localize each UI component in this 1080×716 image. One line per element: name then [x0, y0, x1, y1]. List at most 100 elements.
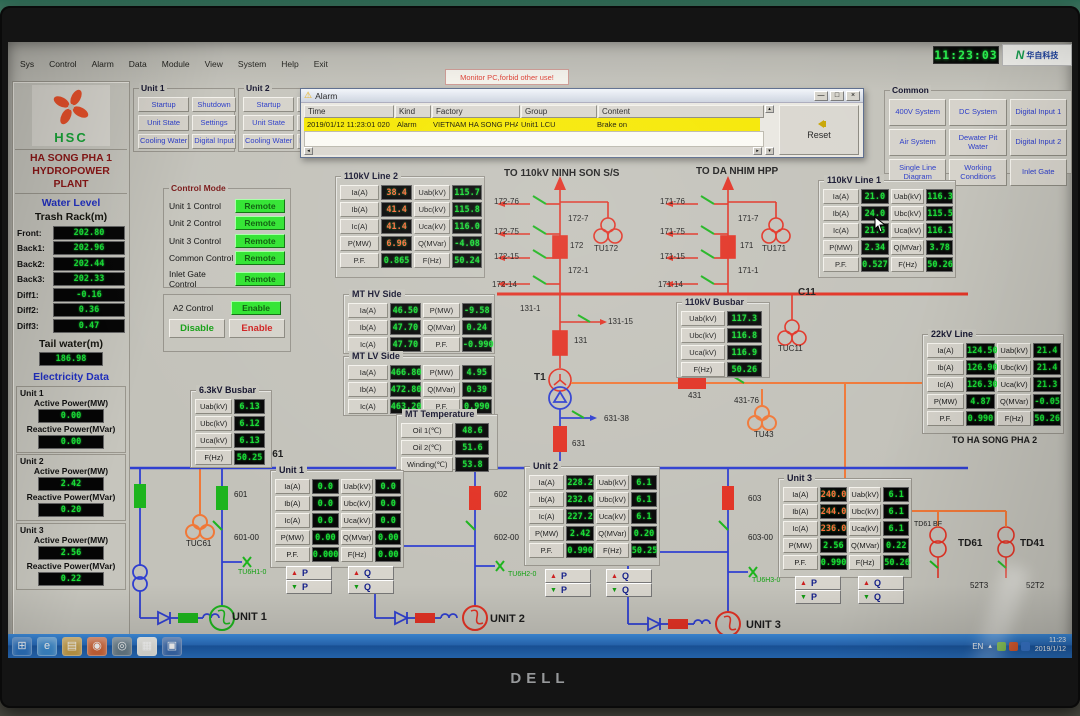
tray-status-orange-icon[interactable]: [1009, 642, 1018, 651]
remote-mode-button[interactable]: Remote: [235, 272, 285, 286]
scroll-up-icon[interactable]: ▴: [765, 105, 774, 113]
breaker-171[interactable]: [721, 236, 735, 258]
unit1-command-button[interactable]: Unit State: [138, 115, 189, 130]
lcd-value: -4.08: [452, 236, 481, 251]
common-button[interactable]: Air System: [889, 129, 946, 156]
remote-mode-button[interactable]: Remote: [235, 234, 285, 248]
common-button[interactable]: Working Conditions: [949, 159, 1006, 186]
notepad-icon[interactable]: ▦: [137, 637, 157, 656]
unit2-command-button[interactable]: Cooling Water: [243, 134, 294, 149]
panel-110kv-busbar: 110kV BusbarUab(kV)117.3Ubc(kV)116.8Uca(…: [676, 302, 770, 378]
raise-setpoint-button[interactable]: ▲ P: [545, 569, 591, 583]
unit1-command-button[interactable]: Cooling Water: [138, 134, 189, 149]
media-library-icon[interactable]: ▤: [62, 637, 82, 656]
common-button[interactable]: Dewater Pit Water: [949, 129, 1006, 156]
breaker-603[interactable]: [722, 486, 734, 510]
unit1-command-button[interactable]: Settings: [192, 115, 236, 130]
lcd-value: 117.3: [727, 311, 762, 326]
trash-rack-label: Diff1:: [17, 290, 53, 300]
common-button[interactable]: Inlet Gate: [1010, 159, 1067, 186]
raise-setpoint-button[interactable]: ▲ P: [795, 576, 841, 590]
field-label: Q(MVar): [997, 394, 1031, 409]
alarm-table-header: TimeKindFactoryGroupContent: [304, 105, 764, 118]
browser-icon[interactable]: e: [37, 637, 57, 656]
remote-mode-button[interactable]: Remote: [235, 216, 285, 230]
picture-viewer-icon[interactable]: ▣: [162, 637, 182, 656]
unit1-command-button[interactable]: Startup: [138, 97, 189, 112]
lower-setpoint-button[interactable]: ▼ P: [795, 590, 841, 604]
minimize-button[interactable]: —: [814, 91, 828, 101]
lcd-value: 50.25: [631, 543, 657, 558]
trash-rack-label: Back1:: [17, 243, 53, 253]
close-button[interactable]: ×: [846, 91, 860, 101]
vertical-scrollbar[interactable]: ▴ ▾: [765, 105, 775, 155]
lower-setpoint-button[interactable]: ▼ P: [286, 580, 332, 594]
menu-item[interactable]: Sys: [20, 59, 34, 69]
reactive-power-label: Reactive Power(MVar): [18, 492, 124, 502]
menu-item[interactable]: Data: [129, 59, 147, 69]
common-group-title: Common: [890, 85, 931, 95]
breaker-602[interactable]: [469, 486, 481, 510]
active-power-label: Active Power(MW): [18, 398, 124, 408]
alarm-window-titlebar[interactable]: ⚠ Alarm — □ ×: [301, 89, 863, 103]
search-icon[interactable]: ◎: [112, 637, 132, 656]
reset-button[interactable]: Reset: [779, 105, 859, 155]
menu-item[interactable]: Control: [49, 59, 76, 69]
water-level-title: Water Level: [13, 197, 129, 209]
unit1-command-button[interactable]: Digital Input: [192, 134, 236, 149]
disable-button[interactable]: Disable: [169, 319, 225, 338]
taskbar-clock[interactable]: 11:23 2019/1/12: [1035, 637, 1068, 655]
lower-setpoint-button[interactable]: ▼ P: [545, 583, 591, 597]
raise-setpoint-button[interactable]: ▲ Q: [348, 566, 394, 580]
common-button[interactable]: 400V System: [889, 99, 946, 126]
raise-setpoint-button[interactable]: ▲ Q: [606, 569, 652, 583]
unit1-command-button[interactable]: Shutdown: [192, 97, 236, 112]
down-triangle-icon: ▼: [550, 587, 557, 594]
horizontal-scrollbar[interactable]: ◂ ▸: [304, 147, 762, 155]
scroll-down-icon[interactable]: ▾: [765, 147, 774, 155]
breaker-excitation-u1[interactable]: [134, 484, 146, 508]
maximize-button[interactable]: □: [830, 91, 844, 101]
field-label: Uab(kV): [891, 189, 924, 204]
menu-item[interactable]: Module: [162, 59, 190, 69]
unit2-command-button[interactable]: Unit State: [243, 115, 294, 130]
breaker-172[interactable]: [553, 236, 567, 258]
tray-status-green-icon[interactable]: [997, 642, 1006, 651]
menu-item[interactable]: System: [238, 59, 266, 69]
menu-item[interactable]: Alarm: [92, 59, 114, 69]
lower-setpoint-button[interactable]: ▼ Q: [858, 590, 904, 604]
panel-unit2: Unit 2Ia(A)228.2Uab(kV)6.1Ib(A)232.0Ubc(…: [524, 466, 660, 566]
unit2-command-button[interactable]: Startup: [243, 97, 294, 112]
raise-setpoint-button[interactable]: ▲ P: [286, 566, 332, 580]
language-indicator[interactable]: EN: [972, 642, 983, 651]
scroll-right-icon[interactable]: ▸: [753, 147, 762, 155]
breaker-131[interactable]: [553, 331, 567, 355]
a2-enable-button[interactable]: Enable: [231, 301, 281, 315]
media-player-icon[interactable]: ◉: [87, 637, 107, 656]
common-button[interactable]: Digital Input 2: [1010, 129, 1067, 156]
scroll-left-icon[interactable]: ◂: [304, 147, 313, 155]
tray-expand-icon[interactable]: ▴: [988, 642, 992, 650]
start-button[interactable]: ⊞: [12, 637, 32, 656]
menu-item[interactable]: Help: [281, 59, 298, 69]
breaker-601[interactable]: [216, 486, 228, 510]
menu-item[interactable]: Exit: [314, 59, 328, 69]
monitor-warning-banner: Monitor PC,forbid other use!: [445, 69, 569, 85]
lower-setpoint-button[interactable]: ▼ Q: [606, 583, 652, 597]
raise-setpoint-button[interactable]: ▲ Q: [858, 576, 904, 590]
common-button[interactable]: DC System: [949, 99, 1006, 126]
lcd-value: 115.5: [926, 206, 953, 221]
a2-control-label: A2 Control: [173, 303, 213, 313]
menu-item[interactable]: View: [205, 59, 223, 69]
lower-setpoint-button[interactable]: ▼ Q: [348, 580, 394, 594]
common-button[interactable]: Digital Input 1: [1010, 99, 1067, 126]
remote-mode-button[interactable]: Remote: [235, 199, 285, 213]
enable-button[interactable]: Enable: [229, 319, 285, 338]
field-label: Ib(A): [340, 202, 379, 217]
alarm-cell: 2019/01/12 11:23:01 020: [304, 118, 394, 131]
remote-mode-button[interactable]: Remote: [235, 251, 285, 265]
breaker-631[interactable]: [553, 426, 567, 452]
tray-status-blue-icon[interactable]: [1021, 642, 1030, 651]
alarm-row[interactable]: 2019/01/12 11:23:01 020AlarmVIETNAM HA S…: [304, 118, 760, 131]
alarm-cell: Alarm: [394, 118, 430, 131]
